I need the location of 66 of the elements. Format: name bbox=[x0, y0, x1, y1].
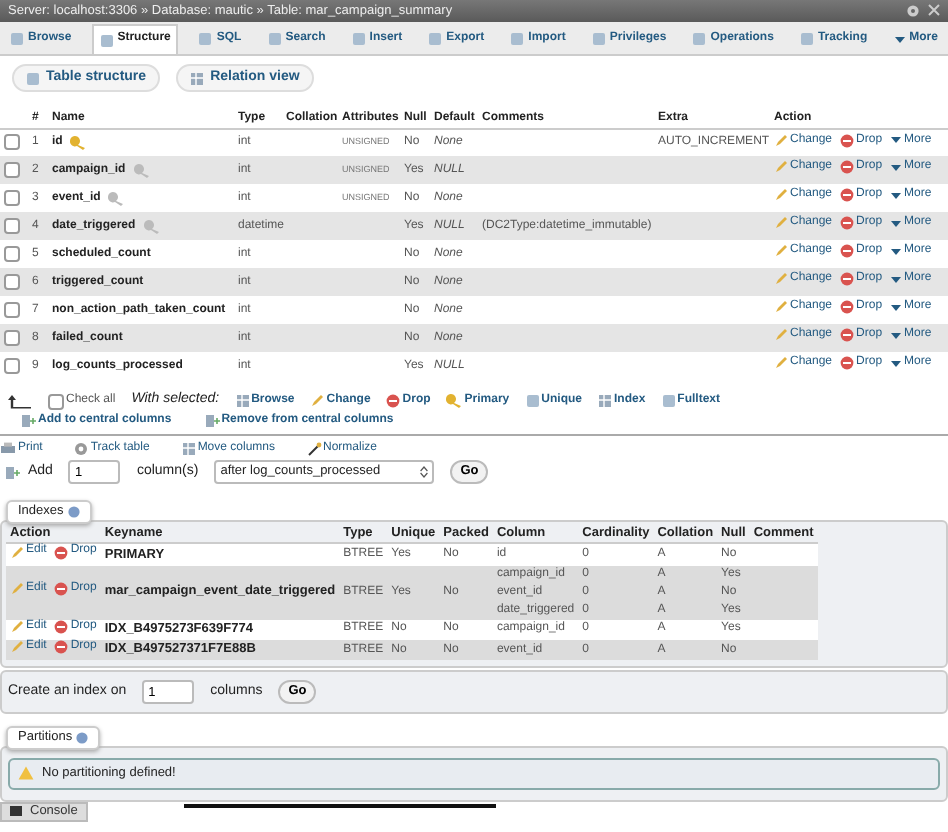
page-icon bbox=[351, 32, 366, 46]
page-icon bbox=[799, 32, 814, 46]
table-icon bbox=[181, 442, 196, 457]
delete-icon bbox=[840, 300, 855, 315]
page-icon bbox=[267, 32, 282, 46]
wand-icon bbox=[307, 442, 321, 457]
page-icon bbox=[99, 33, 114, 47]
column-icon bbox=[4, 465, 20, 480]
caret-icon bbox=[890, 134, 903, 147]
page-icon bbox=[510, 32, 525, 46]
key-icon bbox=[143, 219, 160, 234]
checkbox[interactable] bbox=[4, 302, 20, 318]
chevron-icon bbox=[420, 466, 429, 479]
caret-icon bbox=[890, 217, 903, 230]
delete-icon bbox=[840, 133, 855, 148]
key-icon bbox=[446, 394, 463, 409]
checkbox[interactable] bbox=[4, 218, 20, 234]
page-icon bbox=[692, 32, 707, 46]
caret-icon bbox=[890, 161, 903, 174]
checkbox[interactable] bbox=[4, 274, 20, 290]
page-icon bbox=[26, 71, 40, 86]
table-icon bbox=[190, 71, 205, 86]
checkbox[interactable] bbox=[4, 190, 20, 206]
settings-icon bbox=[906, 4, 920, 18]
key-icon bbox=[70, 136, 87, 151]
key-icon bbox=[108, 191, 125, 206]
printer-icon bbox=[0, 442, 16, 457]
delete-icon bbox=[840, 328, 855, 343]
delete-icon bbox=[840, 216, 855, 231]
table-icon bbox=[598, 394, 612, 409]
pencil-icon bbox=[310, 394, 325, 409]
column-icon bbox=[203, 413, 220, 428]
caret-icon bbox=[890, 245, 903, 258]
page-icon bbox=[591, 32, 606, 46]
delete-icon bbox=[840, 160, 855, 175]
page-icon bbox=[428, 32, 443, 46]
caret-icon bbox=[890, 329, 903, 342]
checkbox[interactable] bbox=[4, 134, 20, 151]
delete-icon bbox=[840, 244, 855, 259]
terminal-icon bbox=[10, 806, 22, 817]
page-icon bbox=[10, 32, 24, 46]
delete-icon bbox=[54, 582, 69, 597]
delete-icon bbox=[840, 188, 855, 203]
warning-icon bbox=[18, 766, 34, 781]
close-icon bbox=[928, 4, 940, 16]
checkbox[interactable] bbox=[4, 246, 20, 262]
pencil-icon bbox=[10, 545, 24, 560]
arrow-up-icon bbox=[8, 393, 32, 410]
page-icon bbox=[198, 32, 213, 46]
delete-icon bbox=[840, 272, 855, 287]
caret-icon bbox=[890, 273, 903, 286]
table-icon bbox=[235, 394, 250, 409]
caret-icon bbox=[890, 189, 903, 202]
caret-icon bbox=[890, 357, 903, 370]
column-icon bbox=[20, 413, 36, 428]
checkbox[interactable] bbox=[4, 358, 20, 374]
checkbox[interactable] bbox=[4, 162, 20, 178]
key-icon bbox=[133, 163, 150, 178]
delete-icon bbox=[840, 356, 855, 371]
page-icon bbox=[525, 394, 540, 409]
caret-icon bbox=[890, 301, 903, 314]
delete-icon bbox=[386, 394, 401, 409]
pencil-icon bbox=[10, 582, 24, 597]
page-icon bbox=[661, 394, 676, 409]
caret-icon bbox=[893, 33, 906, 45]
checkbox[interactable] bbox=[4, 330, 20, 346]
